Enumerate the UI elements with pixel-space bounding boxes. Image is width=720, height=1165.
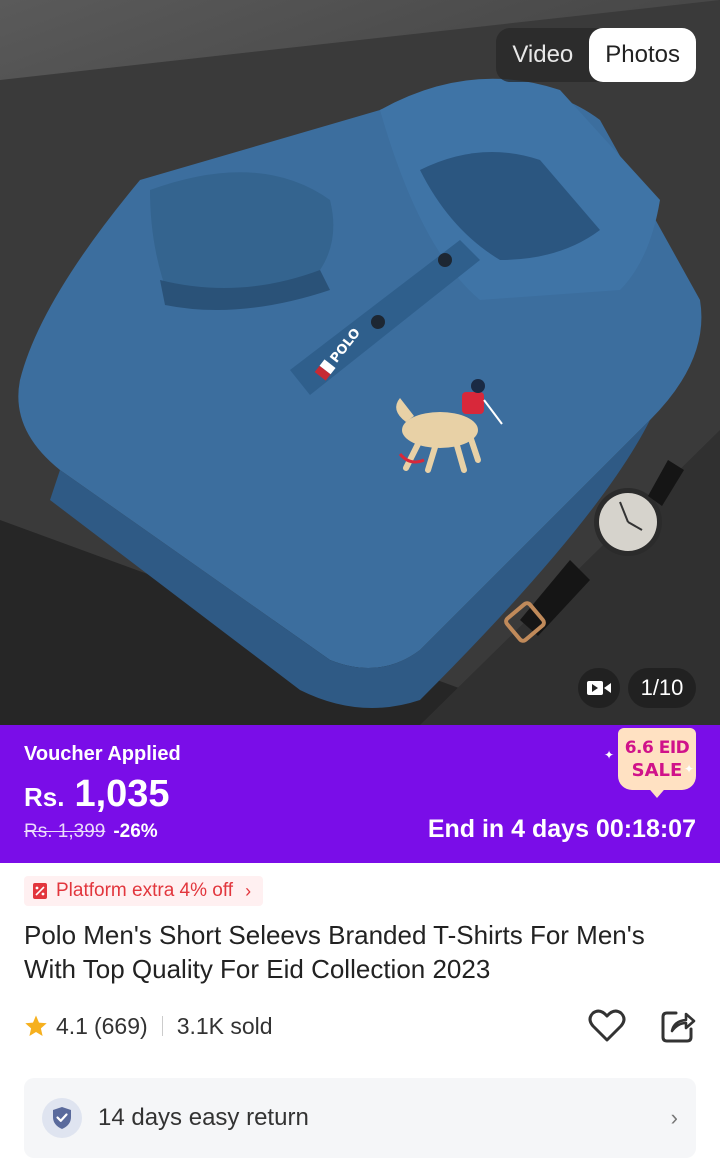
discount-percent: -26% — [113, 821, 158, 842]
platform-offer-chip[interactable]: Platform extra 4% off › — [24, 876, 264, 906]
chevron-right-icon: › — [245, 880, 252, 901]
product-image-gallery[interactable]: POLO Video Photos 1/10 — [0, 0, 720, 725]
return-policy-label: 14 days easy return — [98, 1104, 309, 1131]
sparkle-icon: ✦ — [684, 762, 695, 776]
chevron-right-icon: › — [670, 1105, 678, 1130]
sparkle-icon: ✦ — [604, 748, 615, 762]
return-policy-row[interactable]: 14 days easy return › — [24, 1078, 696, 1158]
product-photo: POLO — [0, 0, 720, 725]
sale-countdown: End in 4 days 00:18:07 — [427, 815, 696, 843]
platform-offer-label: Platform extra 4% off — [56, 880, 234, 901]
shield-check-icon — [42, 1098, 82, 1138]
original-price: Rs. 1,399 — [24, 821, 106, 842]
promo-price-bar: Voucher Applied Rs. 1,035 Rs. 1,399 -26%… — [0, 725, 720, 863]
share-icon[interactable] — [660, 1008, 696, 1044]
tab-photos[interactable]: Photos — [589, 28, 696, 82]
original-price-row: Rs. 1,399 -26% — [24, 821, 158, 843]
voucher-icon — [33, 883, 47, 899]
divider — [161, 1016, 163, 1036]
product-actions — [588, 1008, 696, 1044]
tab-video[interactable]: Video — [496, 28, 589, 82]
heart-icon[interactable] — [588, 1009, 626, 1043]
review-count[interactable]: (669) — [94, 1013, 148, 1040]
media-type-toggle[interactable]: Video Photos — [496, 28, 696, 82]
currency-symbol: Rs. — [24, 782, 65, 812]
price-value: 1,035 — [74, 773, 170, 815]
image-counter: 1/10 — [628, 668, 696, 708]
video-camera-icon[interactable] — [578, 668, 620, 708]
current-price: Rs. 1,035 — [24, 773, 170, 816]
rating-score[interactable]: 4.1 — [56, 1013, 88, 1040]
voucher-applied-label: Voucher Applied — [24, 743, 181, 765]
sale-badge-title: 6.6 EID — [624, 738, 690, 758]
rating-row: 4.1 (669) 3.1K sold — [24, 1008, 696, 1044]
star-icon — [25, 1015, 47, 1036]
sold-count: 3.1K sold — [176, 1012, 273, 1039]
product-title: Polo Men's Short Seleevs Branded T-Shirt… — [24, 920, 645, 984]
